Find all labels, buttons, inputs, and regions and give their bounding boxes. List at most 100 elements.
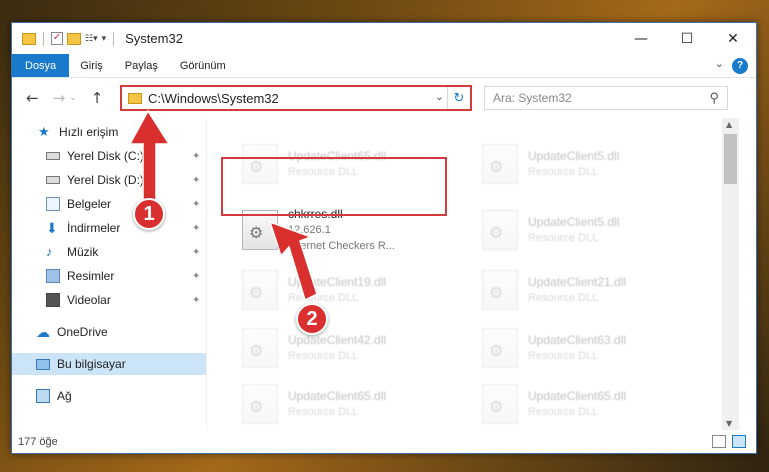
drive-icon xyxy=(46,176,60,184)
scroll-up-icon[interactable]: ▲ xyxy=(726,120,732,129)
navigation-pane: ★ Hızlı erişim Yerel Disk (C:) ✦ Yerel D… xyxy=(12,118,206,430)
properties-icon[interactable]: ✓ xyxy=(51,32,63,45)
file-item[interactable]: UpdateClient65.dll Resource DLL xyxy=(470,378,695,430)
sidebar-item-onedrive[interactable]: ☁ OneDrive xyxy=(12,321,206,343)
file-type: Resource DLL xyxy=(288,292,359,304)
help-icon[interactable]: ? xyxy=(732,58,748,74)
sidebar-item-this-pc[interactable]: Bu bilgisayar xyxy=(12,353,206,375)
pin-icon[interactable]: ✦ xyxy=(192,151,200,162)
sidebar-item-downloads[interactable]: ⬇ İndirmeler ✦ xyxy=(12,217,206,239)
file-item[interactable]: UpdateClient42.dll Resource DLL xyxy=(230,322,455,374)
search-icon[interactable]: ⚲ xyxy=(709,90,719,106)
navigation-bar: ← → ⌄ ↑ C:\Windows\System32 ⌄ ↻ Ara: Sys… xyxy=(12,78,756,118)
maximize-button[interactable]: ☐ xyxy=(664,23,710,54)
new-folder-icon[interactable] xyxy=(67,32,81,45)
window-title: System32 xyxy=(125,31,183,46)
details-view-icon[interactable] xyxy=(712,435,726,448)
file-name: UpdateClient19.dll xyxy=(288,275,387,289)
file-name: UpdateClient5.dll xyxy=(528,215,620,229)
recent-chevron-icon[interactable]: ⌄ xyxy=(69,89,77,107)
back-arrow-icon[interactable]: ← xyxy=(26,89,39,107)
file-item[interactable]: UpdateClient65.dll Resource DLL xyxy=(230,378,455,430)
computer-icon xyxy=(36,358,50,370)
sidebar-item-network[interactable]: Ağ xyxy=(12,385,206,407)
tiles-view-icon[interactable] xyxy=(732,435,746,448)
file-name: UpdateClient42.dll xyxy=(288,333,387,347)
sidebar-item-label: Yerel Disk (D:) xyxy=(67,173,144,187)
sidebar-item-label: Yerel Disk (C:) xyxy=(67,149,144,163)
refresh-icon[interactable]: ↻ xyxy=(448,91,470,106)
pin-icon[interactable]: ✦ xyxy=(192,247,200,258)
ribbon-tabs: Dosya Giriş Paylaş Görünüm ⌄ ? xyxy=(12,54,756,78)
documents-icon xyxy=(46,197,60,211)
minimize-button[interactable]: — xyxy=(618,23,664,54)
file-item[interactable]: UpdateClient5.dll Resource DLL xyxy=(470,204,695,256)
pictures-icon xyxy=(46,269,60,283)
pin-icon[interactable]: ✦ xyxy=(192,295,200,306)
file-name: UpdateClient21.dll xyxy=(528,275,627,289)
folder-icon xyxy=(128,92,142,104)
star-icon: ★ xyxy=(38,124,50,139)
sidebar-item-label: Hızlı erişim xyxy=(59,125,119,139)
tab-view[interactable]: Görünüm xyxy=(169,54,237,77)
window-controls: — ☐ ✕ xyxy=(618,23,756,54)
forward-arrow-icon[interactable]: → xyxy=(53,89,66,107)
search-box[interactable]: Ara: System32 ⚲ xyxy=(484,86,728,110)
file-type: Resource DLL xyxy=(528,350,599,362)
customize-toolbar-icon[interactable]: ☷▾ xyxy=(85,34,98,44)
item-count: 177 öğe xyxy=(18,436,58,448)
highlight-box-file xyxy=(221,157,447,216)
network-icon xyxy=(36,389,50,403)
close-button[interactable]: ✕ xyxy=(710,23,756,54)
sidebar-item-quick-access[interactable]: ★ Hızlı erişim xyxy=(12,121,206,143)
cloud-icon: ☁ xyxy=(36,324,50,340)
tab-share[interactable]: Paylaş xyxy=(114,54,169,77)
pin-icon[interactable]: ✦ xyxy=(192,223,200,234)
dll-file-icon xyxy=(482,144,518,184)
sidebar-item-label: Resimler xyxy=(67,269,115,283)
sidebar-item-local-disk-c[interactable]: Yerel Disk (C:) ✦ xyxy=(12,145,206,167)
toolbar-dropdown-icon[interactable]: ▾ xyxy=(102,34,107,44)
sidebar-item-documents[interactable]: Belgeler ✦ xyxy=(12,193,206,215)
music-icon: ♪ xyxy=(46,244,53,259)
sidebar-item-music[interactable]: ♪ Müzik ✦ xyxy=(12,241,206,263)
dll-file-icon xyxy=(242,270,278,310)
scroll-down-icon[interactable]: ▼ xyxy=(726,419,732,428)
drive-icon xyxy=(46,152,60,160)
tab-file[interactable]: Dosya xyxy=(12,54,70,77)
sidebar-item-videos[interactable]: Videolar ✦ xyxy=(12,289,206,311)
folder-icon[interactable] xyxy=(22,32,36,45)
pin-icon[interactable]: ✦ xyxy=(192,271,200,282)
chevron-down-icon[interactable]: ⌄ xyxy=(715,57,724,70)
file-item[interactable]: UpdateClient5.dll Resource DLL xyxy=(470,138,695,190)
scroll-thumb[interactable] xyxy=(724,134,737,184)
dll-file-icon xyxy=(482,384,518,424)
file-item[interactable]: UpdateClient63.dll Resource DLL xyxy=(470,322,695,374)
pane-divider[interactable] xyxy=(206,118,207,430)
address-bar[interactable]: C:\Windows\System32 ⌄ ↻ xyxy=(120,85,472,111)
up-arrow-icon[interactable]: ↑ xyxy=(91,89,104,107)
sidebar-item-pictures[interactable]: Resimler ✦ xyxy=(12,265,206,287)
vertical-scrollbar[interactable]: ▲ ▼ xyxy=(722,118,739,430)
title-bar: ✓ ☷▾ ▾ System32 — ☐ ✕ xyxy=(12,23,756,54)
dll-file-icon xyxy=(482,270,518,310)
file-item[interactable]: UpdateClient19.dll Resource DLL xyxy=(230,264,455,316)
sidebar-item-label: İndirmeler xyxy=(67,221,121,235)
file-type: Resource DLL xyxy=(288,406,359,418)
tab-home[interactable]: Giriş xyxy=(69,54,114,77)
search-input[interactable]: Ara: System32 xyxy=(493,91,709,105)
download-icon: ⬇ xyxy=(46,220,58,236)
file-item[interactable]: UpdateClient21.dll Resource DLL xyxy=(470,264,695,316)
explorer-window: ✓ ☷▾ ▾ System32 — ☐ ✕ Dosya Giriş Paylaş… xyxy=(11,22,757,454)
address-path[interactable]: C:\Windows\System32 xyxy=(148,91,432,106)
file-version: 12.626.1 xyxy=(288,224,331,236)
pin-icon[interactable]: ✦ xyxy=(192,199,200,210)
sidebar-item-label: Belgeler xyxy=(67,197,112,211)
pin-icon[interactable]: ✦ xyxy=(192,175,200,186)
address-dropdown-icon[interactable]: ⌄ xyxy=(432,87,448,109)
dll-file-icon xyxy=(242,384,278,424)
sidebar-item-local-disk-d[interactable]: Yerel Disk (D:) ✦ xyxy=(12,169,206,191)
file-name: UpdateClient65.dll xyxy=(288,389,387,403)
sidebar-item-label: Bu bilgisayar xyxy=(57,357,126,371)
dll-file-icon xyxy=(482,210,518,250)
